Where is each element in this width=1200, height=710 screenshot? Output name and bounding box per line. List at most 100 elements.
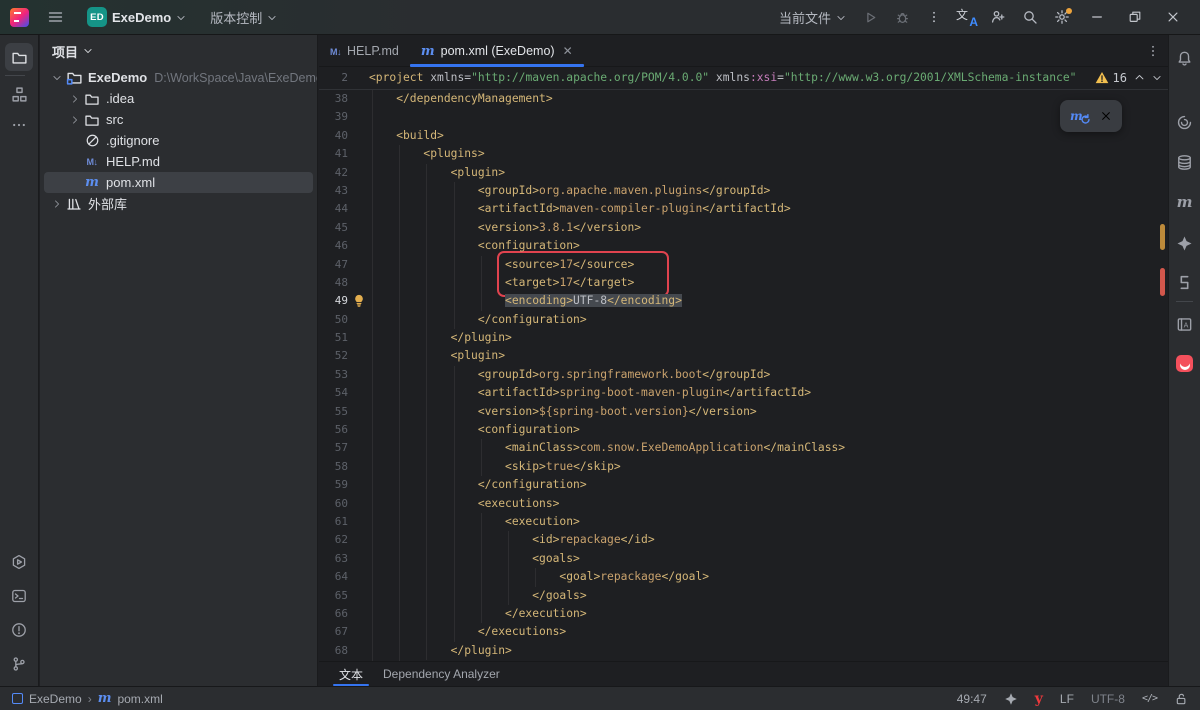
chevron-down-icon[interactable] <box>48 70 65 86</box>
tree-item-.gitignore[interactable]: .gitignore <box>40 130 317 151</box>
stripe-button-book-icon[interactable]: A <box>1172 311 1198 337</box>
code-line[interactable]: 63 <goals> <box>319 550 1168 568</box>
code-line[interactable]: 53 <groupId>org.springframework.boot</gr… <box>319 366 1168 384</box>
code-line[interactable]: 59 </configuration> <box>319 476 1168 494</box>
code-line[interactable]: 62 <id>repackage</id> <box>319 531 1168 549</box>
code-line[interactable]: 64 <goal>repackage</goal> <box>319 568 1168 586</box>
code-line[interactable]: 41 <plugins> <box>319 145 1168 163</box>
code-editor[interactable]: m 38 </dependencyManagement>3940 <build>… <box>319 90 1168 661</box>
chevron-right-icon[interactable] <box>48 196 65 212</box>
more-actions-button[interactable] <box>920 4 948 30</box>
tab-close-icon[interactable]: ✕ <box>563 44 573 58</box>
intention-bulb-icon[interactable] <box>352 293 368 309</box>
breadcrumb-file[interactable]: pom.xml <box>117 692 162 706</box>
encoding-widget[interactable]: UTF-8 <box>1091 692 1125 706</box>
code-line[interactable]: 69 </plugins> <box>319 660 1168 661</box>
code-text: </executions> <box>369 623 566 641</box>
translate-button[interactable]: 文A <box>952 4 980 30</box>
search-everywhere-button[interactable] <box>1016 4 1044 30</box>
editor-view-tab[interactable]: Dependency Analyzer <box>373 662 510 686</box>
main-menu-button[interactable] <box>41 4 69 30</box>
code-line[interactable]: 68 </plugin> <box>319 642 1168 660</box>
editor-tab-HELP.md[interactable]: M↓HELP.md <box>319 35 410 66</box>
code-line[interactable]: 46 <configuration> <box>319 237 1168 255</box>
stripe-button-bell-icon[interactable] <box>1172 45 1198 71</box>
project-widget[interactable]: ED ExeDemo <box>81 4 192 30</box>
highlighting-level-widget[interactable]: </> <box>1142 693 1157 704</box>
tree-item-label: ExeDemo <box>88 70 147 85</box>
tree-item-ExeDemo[interactable]: ExeDemoD:\WorkSpace\Java\ExeDemo <box>40 67 317 88</box>
line-ending-widget[interactable]: LF <box>1060 692 1074 706</box>
stripe-button-problems-icon[interactable] <box>5 616 33 644</box>
code-line[interactable]: 42 <plugin> <box>319 164 1168 182</box>
code-line[interactable]: 39 <box>319 108 1168 126</box>
run-configuration-widget[interactable]: 当前文件 <box>773 5 852 30</box>
code-text: <executions> <box>369 495 559 513</box>
code-line[interactable]: 57 <mainClass>com.snow.ExeDemoApplicatio… <box>319 439 1168 457</box>
code-line[interactable]: 49 <encoding>UTF-8</encoding> <box>319 292 1168 310</box>
stripe-button-spring-icon[interactable] <box>1172 109 1198 135</box>
code-line[interactable]: 40 <build> <box>319 127 1168 145</box>
inspections-widget[interactable]: 16 <box>1095 67 1162 88</box>
tree-item-src[interactable]: src <box>40 109 317 130</box>
stripe-button-terminal-icon[interactable] <box>5 582 33 610</box>
tree-item-HELP.md[interactable]: M↓HELP.md <box>40 151 317 172</box>
code-line[interactable]: 56 <configuration> <box>319 421 1168 439</box>
code-line[interactable]: 47 <source>17</source> <box>319 256 1168 274</box>
stripe-button-maven-grey-icon[interactable]: m <box>1172 190 1198 216</box>
code-text: </plugin> <box>369 642 512 660</box>
code-line[interactable]: 50 </configuration> <box>319 311 1168 329</box>
code-line[interactable]: 67 </executions> <box>319 623 1168 641</box>
chevron-right-icon[interactable] <box>66 91 83 107</box>
stripe-button-endpoints-icon[interactable] <box>1172 269 1198 295</box>
project-panel-header[interactable]: 项目 <box>40 35 317 67</box>
stripe-button-ai-star-icon[interactable] <box>1172 230 1198 256</box>
editor-view-tab[interactable]: 文本 <box>329 662 373 686</box>
write-access-widget[interactable] <box>1174 692 1188 706</box>
code-line[interactable]: 43 <groupId>org.apache.maven.plugins</gr… <box>319 182 1168 200</box>
code-line[interactable]: 45 <version>3.8.1</version> <box>319 219 1168 237</box>
tree-item-pom.xml[interactable]: mpom.xml <box>40 172 317 193</box>
code-line[interactable]: 58 <skip>true</skip> <box>319 458 1168 476</box>
code-with-me-button[interactable] <box>984 4 1012 30</box>
stripe-button-services-icon[interactable] <box>5 548 33 576</box>
code-line[interactable]: 54 <artifactId>spring-boot-maven-plugin<… <box>319 384 1168 402</box>
plugin-y-status[interactable]: y <box>1035 691 1043 707</box>
code-line[interactable]: 55 <version>${spring-boot.version}</vers… <box>319 403 1168 421</box>
next-warning-button[interactable] <box>1152 73 1162 83</box>
run-button[interactable] <box>856 4 884 30</box>
code-line[interactable]: 51 </plugin> <box>319 329 1168 347</box>
caret-position[interactable]: 49:47 <box>957 692 987 706</box>
breadcrumb-project[interactable]: ExeDemo <box>29 692 82 706</box>
ai-assistant-status[interactable] <box>1004 692 1018 706</box>
tree-item-.idea[interactable]: .idea <box>40 88 317 109</box>
tree-item-label: .idea <box>106 91 134 106</box>
stripe-button-lingma-icon[interactable] <box>1172 353 1198 379</box>
tree-item-[interactable]: 外部库 <box>40 193 317 214</box>
code-line[interactable]: 38 </dependencyManagement> <box>319 90 1168 108</box>
code-line[interactable]: 65 </goals> <box>319 587 1168 605</box>
prev-warning-button[interactable] <box>1134 72 1145 83</box>
code-line[interactable]: 60 <executions> <box>319 495 1168 513</box>
chevron-right-icon[interactable] <box>66 112 83 128</box>
code-line[interactable]: 44 <artifactId>maven-compiler-plugin</ar… <box>319 200 1168 218</box>
minimize-button[interactable] <box>1080 4 1114 30</box>
close-button[interactable] <box>1156 4 1190 30</box>
editor-tab-pom.xml[interactable]: mpom.xml (ExeDemo)✕ <box>410 35 584 66</box>
restore-button[interactable] <box>1118 4 1152 30</box>
stripe-button-git-branch-icon[interactable] <box>5 650 33 678</box>
bell-icon <box>1176 50 1193 67</box>
stripe-button-more-icon[interactable] <box>5 111 33 139</box>
stripe-button-structure-icon[interactable] <box>5 80 33 108</box>
debug-button[interactable] <box>888 4 916 30</box>
settings-button[interactable] <box>1048 4 1076 30</box>
sticky-line[interactable]: 2 <project xmlns="http://maven.apache.or… <box>319 67 1168 90</box>
code-line[interactable]: 48 <target>17</target> <box>319 274 1168 292</box>
code-line[interactable]: 61 <execution> <box>319 513 1168 531</box>
stripe-button-folder-icon[interactable] <box>5 43 33 71</box>
tab-options-button[interactable] <box>1138 35 1168 66</box>
stripe-button-database-icon[interactable] <box>1172 149 1198 175</box>
code-line[interactable]: 66 </execution> <box>319 605 1168 623</box>
vcs-widget[interactable]: 版本控制 <box>204 5 283 30</box>
code-line[interactable]: 52 <plugin> <box>319 347 1168 365</box>
